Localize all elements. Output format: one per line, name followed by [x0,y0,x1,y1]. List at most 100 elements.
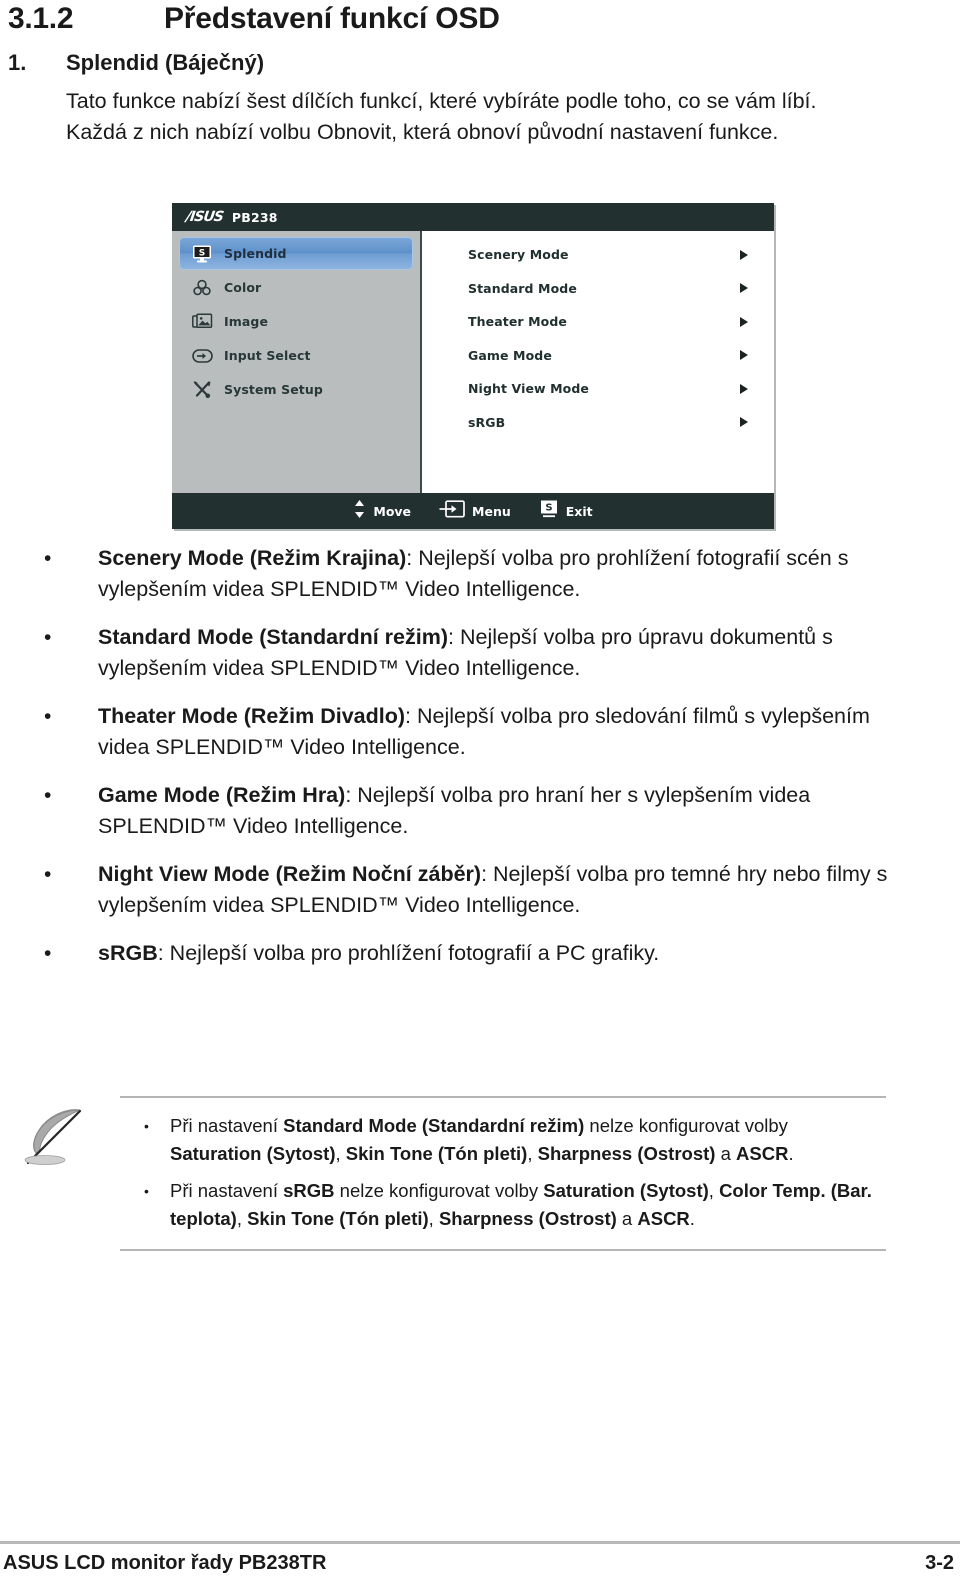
note-text: Při nastavení Standard Mode (Standardní … [170,1112,882,1168]
bullet-text: Theater Mode (Režim Divadlo): Nejlepší v… [98,701,888,763]
bullet-bold-term: Game Mode (Režim Hra) [98,783,346,807]
bullet-text: Game Mode (Režim Hra): Nejlepší volba pr… [98,780,888,842]
osd-option-game-mode[interactable]: Game Mode [422,339,774,373]
osd-option-label: Theater Mode [468,314,567,330]
bullet-text: Night View Mode (Režim Noční záběr): Nej… [98,859,888,921]
bullet-bold-term: Standard Mode (Standardní režim) [98,625,449,649]
chevron-right-icon [740,383,748,394]
bullet-marker [36,859,98,921]
sidebar-item-input-select-label: Input Select [224,348,311,363]
note-part: . [788,1143,794,1164]
osd-options-list: Scenery Mode Standard Mode Theater Mode … [422,231,774,493]
note-bullet-marker [120,1112,170,1168]
bullet-bold-term: Scenery Mode (Režim Krajina) [98,546,407,570]
note-part: a [616,1208,638,1229]
bullet-marker [36,780,98,842]
osd-hint-exit-label: Exit [565,503,593,519]
osd-titlebar: /ISUS PB238 [172,203,774,231]
osd-hint-menu[interactable]: Menu [439,500,511,522]
up-down-arrows-icon [353,499,366,523]
bullet-marker [36,622,98,684]
list-item: Night View Mode (Režim Noční záběr): Nej… [36,859,916,921]
note-list-item: Při nastavení sRGB nelze konfigurovat vo… [120,1177,886,1233]
sidebar-item-splendid[interactable]: S Splendid [179,237,413,270]
sidebar-item-color-label: Color [224,280,262,295]
note-bold: ASCR [637,1208,690,1229]
numbered-item-body: Tato funkce nabízí šest dílčích funkcí, … [66,89,817,144]
sidebar-item-image-label: Image [224,314,269,329]
numbered-item-label: Splendid (Báječný) [66,50,265,75]
osd-footer-hints: Move Menu S Exit [172,493,774,529]
osd-option-label: Night View Mode [468,381,589,397]
list-item: sRGB: Nejlepší volba pro prohlížení foto… [36,938,916,969]
system-setup-icon [190,380,214,400]
sidebar-item-splendid-label: Splendid [224,246,287,261]
note-content: Při nastavení Standard Mode (Standardní … [120,1096,886,1251]
splendid-s-icon: S [539,499,559,523]
chevron-right-icon [740,249,748,260]
enter-menu-icon [439,500,465,522]
osd-option-srgb[interactable]: sRGB [422,406,774,440]
chevron-right-icon [740,283,748,294]
note-part: Při nastavení [170,1180,284,1201]
mode-descriptions-list: Scenery Mode (Režim Krajina) : Nejlepší v… [36,543,916,986]
note-bullet-marker [120,1177,170,1233]
note-part: , [708,1180,720,1201]
numbered-item: 1. Splendid (Báječný) Tato funkce nabízí… [8,50,938,148]
bullet-text: Standard Mode (Standardní režim): Nejlep… [98,622,888,684]
osd-menu-screenshot: /ISUS PB238 S Splendid Color Image Input… [172,203,774,529]
osd-hint-move[interactable]: Move [353,499,411,523]
note-part: Při nastavení [170,1115,284,1136]
bullet-bold-term: Night View Mode (Režim Noční záběr) [98,862,482,886]
chevron-right-icon [740,350,748,361]
note-bold: Saturation (Sytost) [170,1143,336,1164]
osd-option-label: Standard Mode [468,280,577,296]
footer-document-title: ASUS LCD monitor řady PB238TR [3,1552,327,1574]
list-item: Scenery Mode (Režim Krajina): Nejlepší v… [36,543,916,605]
quill-feather-icon [20,1100,92,1172]
image-icon [190,312,214,332]
note-part: , [335,1143,346,1164]
svg-text:S: S [199,248,205,258]
note-list-item: Při nastavení Standard Mode (Standardní … [120,1112,886,1168]
note-bold: Saturation (Sytost) [543,1180,709,1201]
note-bold: Skin Tone (Tón pleti) [247,1208,429,1229]
bullet-bold-term: sRGB [98,941,158,965]
osd-hint-menu-label: Menu [472,503,511,519]
osd-option-scenery-mode[interactable]: Scenery Mode [422,238,774,272]
sidebar-item-system-setup-label: System Setup [224,382,323,397]
osd-option-night-view-mode[interactable]: Night View Mode [422,372,774,406]
page-title: Představení funkcí OSD [164,2,500,35]
osd-option-standard-mode[interactable]: Standard Mode [422,272,774,306]
note-part: nelze konfigurovat volby [584,1115,788,1136]
list-item: Game Mode (Režim Hra): Nejlepší volba pr… [36,780,916,842]
splendid-icon: S [190,244,214,264]
bullet-text: Scenery Mode (Režim Krajina): Nejlepší v… [98,543,888,605]
sidebar-item-system-setup[interactable]: System Setup [179,373,413,406]
sidebar-item-image[interactable]: Image [179,305,413,338]
chevron-right-icon [740,417,748,428]
note-part: , [428,1208,439,1229]
bullet-rest: : Nejlepší volba pro prohlížení fotograf… [157,941,660,965]
osd-sidebar: S Splendid Color Image Input Select Syst… [172,231,422,493]
color-icon [190,278,214,298]
sidebar-item-color[interactable]: Color [179,271,413,304]
osd-option-theater-mode[interactable]: Theater Mode [422,305,774,339]
osd-option-label: Game Mode [468,347,552,363]
svg-text:S: S [545,503,552,514]
chevron-right-icon [740,316,748,327]
osd-body: S Splendid Color Image Input Select Syst… [172,231,774,493]
sidebar-item-input-select[interactable]: Input Select [179,339,413,372]
footer-page-number: 3-2 [925,1552,954,1574]
note-part: a [715,1143,737,1164]
numbered-item-marker: 1. [8,50,27,75]
note-bold: Sharpness (Ostrost) [537,1143,716,1164]
bullet-text: sRGB: Nejlepší volba pro prohlížení foto… [98,938,888,969]
footer-divider [0,1541,960,1544]
osd-hint-exit[interactable]: S Exit [539,499,593,523]
list-item: Standard Mode (Standardní režim): Nejlep… [36,622,916,684]
note-bold: sRGB [283,1180,335,1201]
note-part: , [236,1208,248,1229]
heading-number: 3.1.2 [8,2,74,35]
bullet-marker [36,543,98,605]
